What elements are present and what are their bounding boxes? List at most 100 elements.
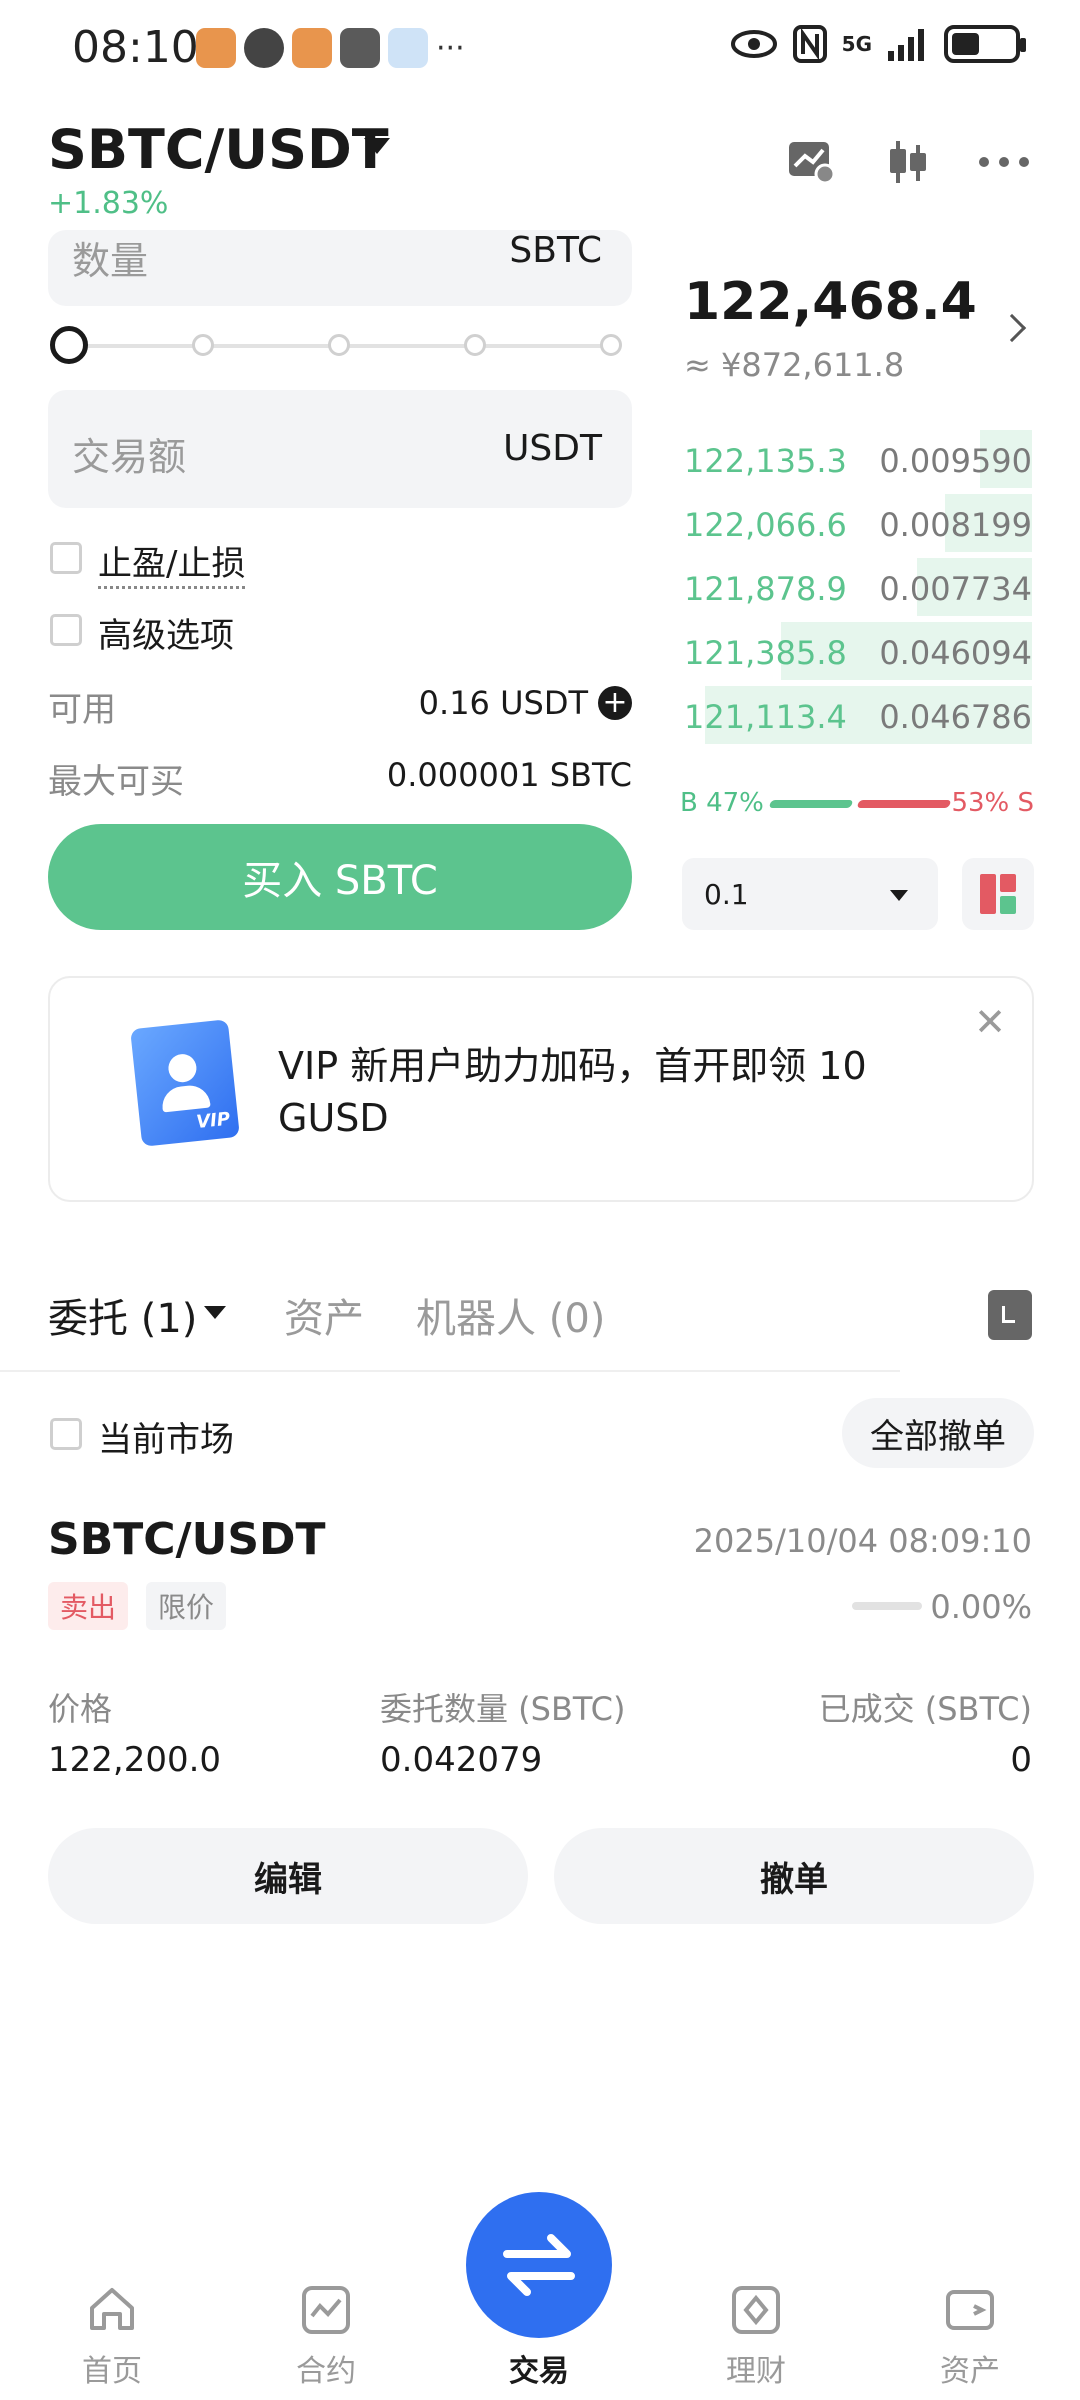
more-notifications-icon: ··· (436, 30, 465, 66)
current-market-label[interactable]: 当前市场 (98, 1412, 234, 1461)
quantity-field[interactable]: 数量 SBTC (48, 230, 632, 306)
tab-assets[interactable]: 资产 (284, 1286, 364, 1344)
candlestick-icon[interactable] (882, 136, 934, 188)
system-icons: 5G (730, 24, 1026, 64)
bid-price: 121,385.8 (684, 634, 847, 672)
slider-step[interactable] (328, 334, 350, 356)
nav-earn[interactable]: 理财 (686, 2284, 826, 2394)
chevron-down-icon (890, 890, 908, 901)
slider-step[interactable] (192, 334, 214, 356)
advanced-options-checkbox[interactable] (50, 614, 82, 646)
buy-ratio: B 47% (680, 788, 764, 818)
vip-card-icon: VIP (130, 1019, 240, 1147)
chart-settings-icon[interactable] (786, 136, 838, 188)
quantity-label: 数量 (72, 239, 149, 283)
take-profit-label[interactable]: 止盈/止损 (98, 536, 246, 589)
order-type-badge: 限价 (146, 1582, 227, 1630)
eye-icon (730, 30, 777, 58)
home-icon (90, 2288, 134, 2330)
amount-unit: USDT (503, 428, 602, 469)
orderbook-bid-row[interactable]: 122,135.3 0.009590 (684, 430, 1032, 488)
bid-quantity: 0.046786 (879, 698, 1032, 736)
promo-banner[interactable]: VIP VIP 新用户助力加码，首开即领 10 GUSD ✕ (48, 976, 1034, 1202)
bid-quantity: 0.008199 (879, 506, 1032, 544)
cancel-all-button[interactable]: 全部撤单 (842, 1398, 1034, 1468)
depth-value: 0.1 (704, 878, 749, 911)
nav-trade[interactable] (466, 2192, 612, 2338)
fill-progress: 0.00% (930, 1588, 1032, 1626)
bid-price: 122,135.3 (684, 442, 847, 480)
status-time: 08:10 (72, 22, 199, 73)
banner-text: VIP 新用户助力加码，首开即领 10 GUSD (278, 1044, 867, 1140)
edit-order-button[interactable]: 编辑 (48, 1828, 528, 1924)
max-buy-label: 最大可买 (48, 762, 184, 802)
orderbook-bid-row[interactable]: 121,113.4 0.046786 (684, 686, 1032, 744)
order-history-icon[interactable] (988, 1290, 1032, 1340)
current-market-checkbox[interactable] (50, 1418, 82, 1450)
add-funds-icon[interactable]: + (598, 686, 632, 720)
orderbook-bid-row[interactable]: 121,878.9 0.007734 (684, 558, 1032, 616)
swap-icon (503, 2234, 575, 2296)
order-pair: SBTC/USDT (48, 1514, 326, 1565)
amount-field[interactable]: 交易额 USDT (48, 390, 632, 508)
tab-dropdown-icon[interactable] (204, 1306, 226, 1319)
notification-icons: ··· (196, 28, 465, 68)
price-change: +1.83% (48, 186, 169, 221)
network-label: 5G (841, 32, 872, 56)
message-icon (244, 28, 284, 68)
pair-title[interactable]: SBTC/USDT (48, 118, 389, 181)
nav-home-label: 首页 (82, 2354, 142, 2389)
take-profit-text[interactable]: 止盈/止损 (98, 544, 246, 589)
weather-icon (388, 28, 428, 68)
tabs-divider (0, 1370, 900, 1372)
pair-dropdown-icon[interactable] (364, 138, 390, 154)
nav-earn-label: 理财 (726, 2354, 786, 2389)
more-icon[interactable] (978, 136, 1030, 188)
buy-button[interactable]: 买入 SBTC (48, 824, 632, 930)
tab-orders[interactable]: 委托 (1) (48, 1286, 197, 1344)
nav-futures[interactable]: 合约 (256, 2284, 396, 2394)
bid-price: 122,066.6 (684, 506, 847, 544)
nav-trade-label: 交易 (509, 2354, 569, 2389)
orderbook-bid-row[interactable]: 122,066.6 0.008199 (684, 494, 1032, 552)
chevron-right-icon[interactable] (997, 313, 1027, 343)
orderbook-bid-row[interactable]: 121,385.8 0.046094 (684, 622, 1032, 680)
take-profit-checkbox[interactable] (50, 542, 82, 574)
filled-value: 0 (1010, 1740, 1032, 1780)
quantity-label: 委托数量 (SBTC) (380, 1690, 626, 1728)
photo-icon (340, 28, 380, 68)
available-value: 0.16 USDT (418, 684, 588, 722)
fill-progress-bar (852, 1602, 922, 1610)
tab-bots[interactable]: 机器人 (0) (416, 1286, 605, 1344)
depth-select[interactable]: 0.1 (682, 858, 938, 930)
close-icon[interactable]: ✕ (974, 1000, 1006, 1044)
futures-icon (302, 2286, 350, 2334)
last-price: 122,468.4 (684, 272, 977, 332)
nav-assets-label: 资产 (940, 2354, 1000, 2389)
sell-ratio-bar (856, 800, 952, 808)
signal-icon (888, 29, 924, 61)
wallet-icon (946, 2290, 994, 2330)
price-label: 价格 (48, 1690, 113, 1728)
vip-card-text: VIP (195, 1108, 232, 1133)
slider-handle[interactable] (50, 326, 88, 364)
buy-ratio-bar (768, 800, 854, 808)
bid-quantity: 0.009590 (879, 442, 1032, 480)
max-buy-value: 0.000001 SBTC (386, 756, 632, 794)
bid-price: 121,113.4 (684, 698, 847, 736)
advanced-options-label[interactable]: 高级选项 (98, 608, 234, 657)
earn-icon (732, 2286, 780, 2334)
filled-label: 已成交 (SBTC) (818, 1690, 1032, 1728)
nav-assets[interactable]: 资产 (900, 2284, 1040, 2394)
cancel-order-button[interactable]: 撤单 (554, 1828, 1034, 1924)
buy-sell-ratio: B 47% 53% S (680, 788, 1034, 818)
battery-icon (944, 25, 1026, 63)
nav-home[interactable]: 首页 (42, 2284, 182, 2394)
slider-step[interactable] (600, 334, 622, 356)
layout-toggle-button[interactable] (962, 858, 1034, 930)
bid-quantity: 0.046094 (879, 634, 1032, 672)
slider-step[interactable] (464, 334, 486, 356)
amount-label: 交易额 (72, 435, 187, 479)
cny-price: ≈ ¥872,611.8 (684, 346, 905, 384)
quantity-unit: SBTC (509, 230, 602, 271)
